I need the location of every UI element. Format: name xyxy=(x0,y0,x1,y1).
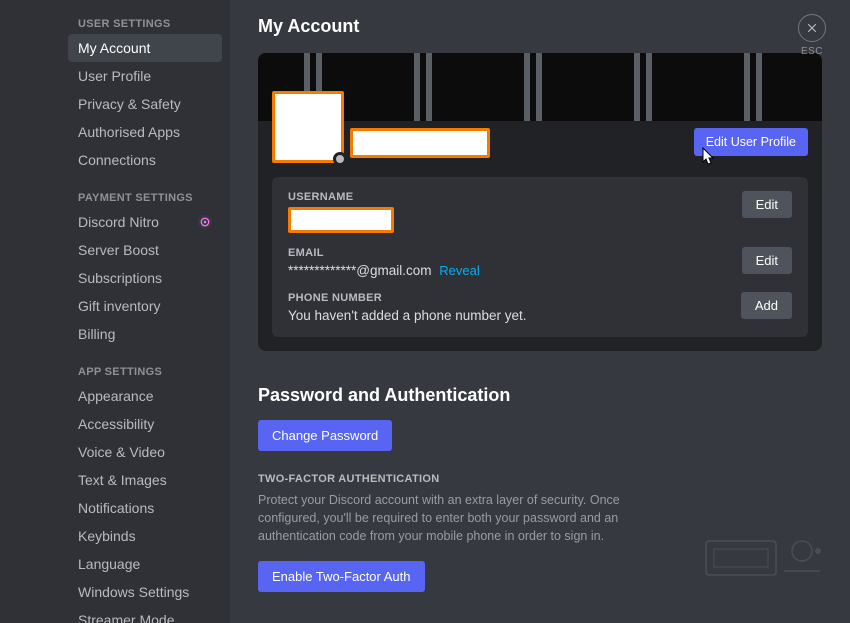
sidebar-item-subscriptions[interactable]: Subscriptions xyxy=(68,264,222,292)
sidebar-item-label: User Profile xyxy=(78,68,151,84)
sidebar-item-text-images[interactable]: Text & Images xyxy=(68,466,222,494)
sidebar-item-label: Text & Images xyxy=(78,472,167,488)
sidebar-heading-app: APP SETTINGS xyxy=(68,360,222,382)
password-auth-title: Password and Authentication xyxy=(258,385,822,406)
phone-value: You haven't added a phone number yet. xyxy=(288,308,741,323)
sidebar-item-label: Billing xyxy=(78,326,115,342)
change-password-button[interactable]: Change Password xyxy=(258,420,392,451)
sidebar-item-voice-video[interactable]: Voice & Video xyxy=(68,438,222,466)
sidebar-item-label: Discord Nitro xyxy=(78,214,159,230)
status-indicator-icon xyxy=(333,152,347,166)
account-card: Edit User Profile USERNAME Edit EMAIL **… xyxy=(258,53,822,351)
sidebar-item-billing[interactable]: Billing xyxy=(68,320,222,348)
sidebar-item-connections[interactable]: Connections xyxy=(68,146,222,174)
left-gutter xyxy=(0,0,60,623)
sidebar-item-label: Server Boost xyxy=(78,242,159,258)
close-label: ESC xyxy=(798,46,826,57)
content-area: ESC My Account Edit User Profile USERNAM… xyxy=(230,0,850,623)
sidebar-item-label: Authorised Apps xyxy=(78,124,180,140)
twofa-description: Protect your Discord account with an ext… xyxy=(258,491,658,545)
username-label: USERNAME xyxy=(288,191,742,203)
sidebar-item-label: Subscriptions xyxy=(78,270,162,286)
page-title: My Account xyxy=(258,16,822,37)
sidebar-item-label: Appearance xyxy=(78,388,154,404)
sidebar-heading-user: USER SETTINGS xyxy=(68,12,222,34)
enable-twofa-button[interactable]: Enable Two-Factor Auth xyxy=(258,561,425,592)
reveal-email-link[interactable]: Reveal xyxy=(439,263,479,278)
sidebar-item-discord-nitro[interactable]: Discord Nitro xyxy=(68,208,222,236)
sidebar-item-language[interactable]: Language xyxy=(68,550,222,578)
sidebar-item-gift-inventory[interactable]: Gift inventory xyxy=(68,292,222,320)
phone-label: PHONE NUMBER xyxy=(288,292,741,304)
username-value-redacted xyxy=(288,207,394,233)
edit-user-profile-button[interactable]: Edit User Profile xyxy=(694,128,808,156)
sidebar-heading-payment: PAYMENT SETTINGS xyxy=(68,186,222,208)
close-button[interactable] xyxy=(798,14,826,42)
sidebar-item-keybinds[interactable]: Keybinds xyxy=(68,522,222,550)
email-value: *************@gmail.com Reveal xyxy=(288,263,742,278)
account-fields: USERNAME Edit EMAIL *************@gmail.… xyxy=(272,177,808,337)
display-name-redacted xyxy=(350,128,490,158)
close-wrapper: ESC xyxy=(798,14,826,57)
sidebar-item-label: Notifications xyxy=(78,500,154,516)
sidebar-item-label: Accessibility xyxy=(78,416,154,432)
sidebar-item-label: Gift inventory xyxy=(78,298,160,314)
sidebar-item-label: Keybinds xyxy=(78,528,136,544)
sidebar-item-appearance[interactable]: Appearance xyxy=(68,382,222,410)
close-icon xyxy=(805,21,819,35)
edit-username-button[interactable]: Edit xyxy=(742,191,792,218)
sidebar-item-label: Voice & Video xyxy=(78,444,165,460)
sidebar-item-label: Windows Settings xyxy=(78,584,189,600)
add-phone-button[interactable]: Add xyxy=(741,292,792,319)
sidebar-item-accessibility[interactable]: Accessibility xyxy=(68,410,222,438)
avatar[interactable] xyxy=(272,91,344,163)
sidebar-item-streamer-mode[interactable]: Streamer Mode xyxy=(68,606,222,623)
sidebar-item-notifications[interactable]: Notifications xyxy=(68,494,222,522)
nitro-icon xyxy=(198,215,212,229)
sidebar-item-user-profile[interactable]: User Profile xyxy=(68,62,222,90)
sidebar-item-label: My Account xyxy=(78,40,150,56)
profile-row: Edit User Profile xyxy=(258,121,822,177)
sidebar-item-authorised-apps[interactable]: Authorised Apps xyxy=(68,118,222,146)
sidebar-item-label: Connections xyxy=(78,152,156,168)
settings-sidebar: USER SETTINGS My Account User Profile Pr… xyxy=(60,0,230,623)
email-label: EMAIL xyxy=(288,247,742,259)
field-username: USERNAME Edit xyxy=(288,191,792,233)
field-email: EMAIL *************@gmail.com Reveal Edi… xyxy=(288,247,792,278)
sidebar-item-label: Streamer Mode xyxy=(78,612,174,623)
field-phone: PHONE NUMBER You haven't added a phone n… xyxy=(288,292,792,323)
sidebar-item-privacy-safety[interactable]: Privacy & Safety xyxy=(68,90,222,118)
twofa-heading: TWO-FACTOR AUTHENTICATION xyxy=(258,473,822,485)
edit-email-button[interactable]: Edit xyxy=(742,247,792,274)
sidebar-item-my-account[interactable]: My Account xyxy=(68,34,222,62)
sidebar-item-server-boost[interactable]: Server Boost xyxy=(68,236,222,264)
sidebar-item-label: Privacy & Safety xyxy=(78,96,181,112)
twofa-illustration-icon xyxy=(704,531,824,581)
sidebar-item-label: Language xyxy=(78,556,140,572)
email-masked: *************@gmail.com xyxy=(288,263,432,278)
sidebar-item-windows-settings[interactable]: Windows Settings xyxy=(68,578,222,606)
